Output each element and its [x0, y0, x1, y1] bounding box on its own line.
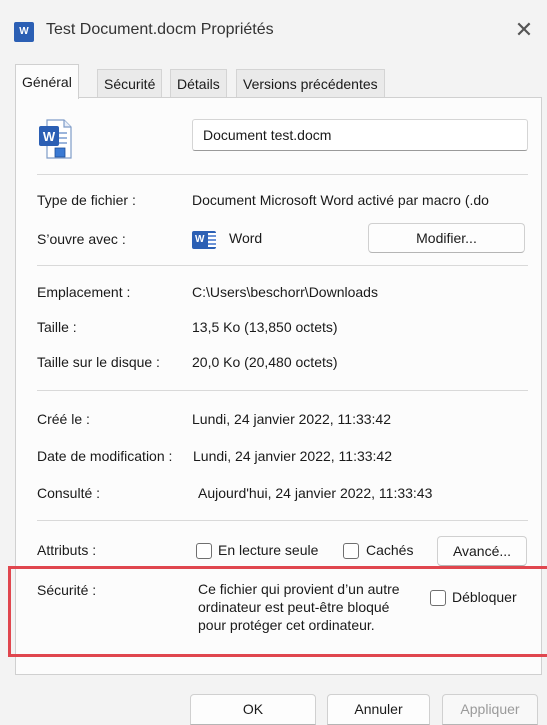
word-document-icon-letter: W — [19, 26, 29, 37]
filename-input[interactable]: Document test.docm — [192, 119, 528, 151]
tab-strip: Général Sécurité Détails Versions précéd… — [15, 64, 535, 99]
size-label: Taille : — [37, 319, 77, 335]
advanced-button[interactable]: Avancé... — [437, 536, 527, 566]
tab-general[interactable]: Général — [15, 64, 79, 99]
location-value: C:\Users\beschorr\Downloads — [192, 284, 378, 300]
disk-size-value: 20,0 Ko (20,480 octets) — [192, 354, 338, 370]
hidden-checkbox[interactable] — [343, 543, 359, 559]
disk-size-label: Taille sur le disque : — [37, 354, 160, 370]
apply-button[interactable]: Appliquer — [442, 694, 538, 725]
file-type-value: Document Microsoft Word activé par macro… — [192, 192, 489, 208]
modified-value: Lundi, 24 janvier 2022, 11:33:42 — [193, 448, 393, 464]
word-document-icon: W — [14, 22, 38, 45]
accessed-label: Consulté : — [37, 485, 101, 501]
opens-with-label: S’ouvre avec : — [37, 231, 126, 247]
file-type-label: Type de fichier : — [37, 192, 136, 208]
opens-with-value: Word — [229, 230, 263, 246]
tab-previous-versions[interactable]: Versions précédentes — [236, 69, 385, 98]
readonly-label[interactable]: En lecture seule — [218, 542, 318, 558]
separator — [37, 265, 528, 266]
location-label: Emplacement : — [37, 284, 131, 300]
accessed-value: Aujourd'hui, 24 janvier 2022, 11:33:43 — [198, 485, 433, 501]
cancel-button[interactable]: Annuler — [327, 694, 430, 725]
svg-text:W: W — [43, 129, 56, 144]
modified-label: Date de modification : — [37, 448, 173, 464]
hidden-label[interactable]: Cachés — [366, 542, 413, 558]
separator — [37, 390, 528, 391]
created-label: Créé le : — [37, 411, 90, 427]
separator — [37, 174, 528, 175]
readonly-checkbox[interactable] — [196, 543, 212, 559]
change-button[interactable]: Modifier... — [368, 223, 525, 253]
ok-button[interactable]: OK — [190, 694, 316, 725]
word-app-icon-letter: W — [195, 234, 205, 245]
title-bar: W Test Document.docm Propriétés ✕ — [0, 0, 547, 64]
tab-security[interactable]: Sécurité — [97, 69, 163, 98]
tab-details[interactable]: Détails — [170, 69, 227, 98]
security-highlight-box — [8, 566, 547, 657]
word-macro-document-icon: W — [39, 119, 72, 159]
window-title: Test Document.docm Propriétés — [46, 21, 274, 38]
size-value: 13,5 Ko (13,850 octets) — [192, 319, 338, 335]
separator — [37, 520, 528, 521]
created-value: Lundi, 24 janvier 2022, 11:33:42 — [192, 411, 392, 427]
close-icon[interactable]: ✕ — [501, 10, 547, 50]
attributes-label: Attributs : — [37, 542, 97, 558]
word-app-icon: W — [192, 231, 216, 249]
